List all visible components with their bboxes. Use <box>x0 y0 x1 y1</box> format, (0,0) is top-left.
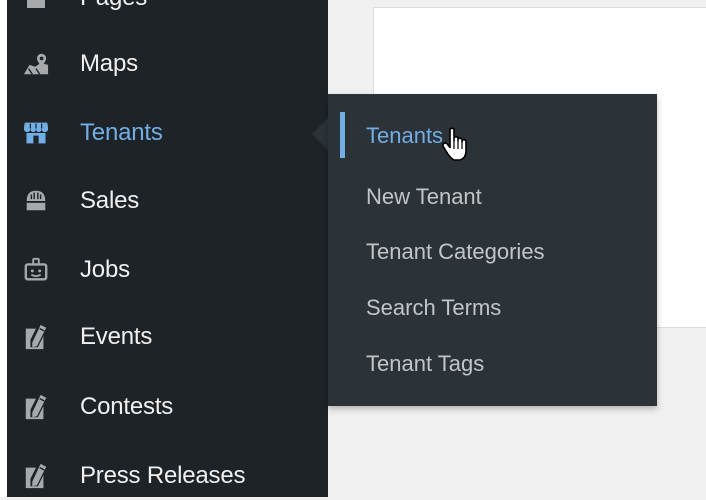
tenants-submenu: Tenants New Tenant Tenant Categories Sea… <box>328 94 657 406</box>
sidebar-item-label: Press Releases <box>80 462 246 489</box>
sidebar-item-label: Maps <box>80 50 138 77</box>
map-icon <box>23 51 49 77</box>
sidebar-item-sales[interactable]: Sales <box>7 177 328 225</box>
submenu-pointer <box>312 118 328 150</box>
shopping-bag-icon <box>23 188 49 214</box>
sidebar-item-maps[interactable]: Maps <box>7 40 328 88</box>
submenu-item-search-terms[interactable]: Search Terms <box>366 295 501 321</box>
admin-sidebar: Pages Maps Tenants <box>7 0 328 497</box>
sidebar-item-press-releases[interactable]: Press Releases <box>7 452 328 500</box>
sidebar-item-label: Contests <box>80 393 174 420</box>
sidebar-item-contests[interactable]: Contests <box>7 383 328 431</box>
sidebar-item-label: Sales <box>80 187 140 214</box>
edit-page-icon <box>23 463 49 489</box>
hand-pointer-cursor-icon <box>441 127 471 163</box>
storefront-icon <box>23 120 49 146</box>
current-item-indicator <box>340 112 345 158</box>
sidebar-item-label: Tenants <box>80 119 163 146</box>
sidebar-item-tenants[interactable]: Tenants <box>7 109 328 157</box>
edit-page-icon <box>23 324 49 350</box>
id-badge-icon <box>23 257 49 283</box>
sidebar-item-pages[interactable]: Pages <box>7 0 328 22</box>
pages-icon <box>23 0 49 11</box>
edit-page-icon <box>23 394 49 420</box>
submenu-item-tenants[interactable]: Tenants <box>366 123 443 149</box>
sidebar-item-label: Pages <box>80 0 147 12</box>
sidebar-item-label: Events <box>80 323 153 350</box>
submenu-item-new-tenant[interactable]: New Tenant <box>366 184 482 210</box>
sidebar-item-jobs[interactable]: Jobs <box>7 246 328 294</box>
window-edge <box>0 0 7 497</box>
sidebar-item-events[interactable]: Events <box>7 313 328 361</box>
sidebar-item-label: Jobs <box>80 256 130 283</box>
submenu-item-tenant-tags[interactable]: Tenant Tags <box>366 351 484 377</box>
submenu-item-tenant-categories[interactable]: Tenant Categories <box>366 239 545 265</box>
